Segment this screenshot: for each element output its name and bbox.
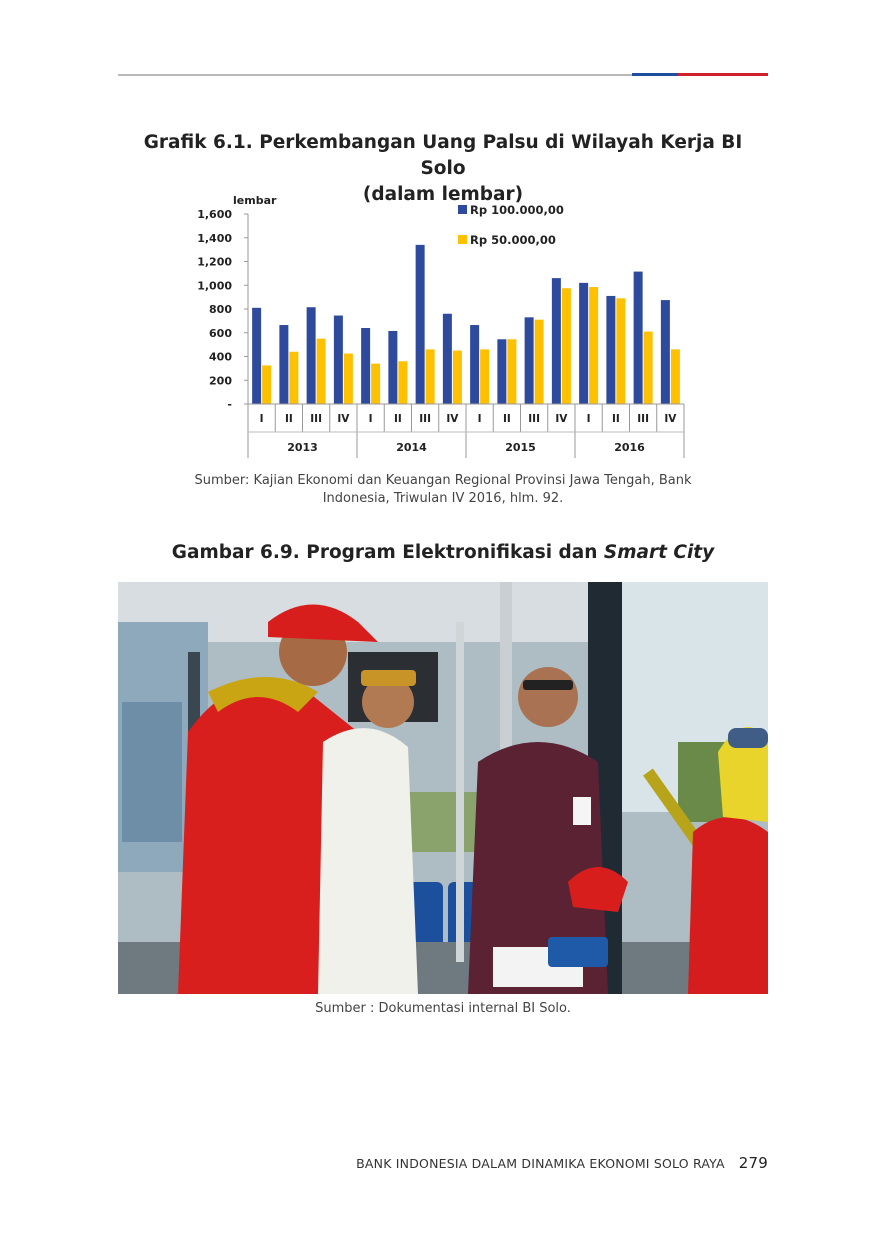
bar-rp100000 [470,325,480,404]
bar-rp100000 [442,313,452,404]
x-tick-label: IV [664,413,677,425]
legend-swatch [458,205,467,214]
chart-source-line2: Indonesia, Triwulan IV 2016, hlm. 92. [322,491,564,506]
y-tick-label: - [227,398,232,411]
year-label: 2014 [396,441,427,454]
bus-photo [118,582,768,994]
header-rule-blue [632,73,678,76]
header-rule-grey [118,74,632,76]
figure-source: Sumber : Dokumentasi internal BI Solo. [315,1001,571,1016]
x-tick-label: II [285,413,293,425]
x-tick-label: II [394,413,402,425]
y-tick-label: 400 [209,351,232,364]
bar-rp50000 [670,349,680,404]
bar-rp50000 [480,349,490,404]
bar-rp100000 [306,307,316,404]
y-tick-label: 600 [209,327,232,340]
x-tick-label: IV [446,413,459,425]
bar-rp100000 [361,328,371,404]
bar-rp50000 [452,350,462,404]
bar-rp100000 [497,339,507,404]
x-tick-label: I [260,413,264,425]
legend-label: Rp 100.000,00 [470,203,564,217]
x-tick-label: III [528,413,540,425]
year-label: 2013 [287,441,318,454]
x-tick-label: II [612,413,620,425]
figure-title-italic: Smart City [603,542,715,563]
bar-rp100000 [606,295,616,404]
y-tick-label: 1,000 [197,279,232,292]
x-tick-label: I [369,413,373,425]
x-tick-label: III [310,413,322,425]
x-tick-label: II [503,413,511,425]
bar-rp100000 [660,300,670,404]
x-tick-label: I [587,413,591,425]
y-tick-label: 800 [209,303,232,316]
bar-rp50000 [289,351,299,404]
bar-rp50000 [316,338,326,404]
page-number: 279 [738,1154,768,1172]
bar-rp50000 [534,319,544,404]
x-tick-label: I [478,413,482,425]
bar-chart-svg: lembar - 200 400 600 800 1,000 1,200 1,400 1,600 I… [197,194,685,458]
bus-photo-illustration [118,582,768,994]
page-footer: BANK INDONESIA DALAM DINAMIKA EKONOMI SO… [356,1154,768,1172]
y-tick-label: 1,400 [197,232,232,245]
bar-rp100000 [415,244,425,404]
y-axis-label: lembar [233,194,277,207]
year-label: 2015 [505,441,536,454]
header-rule-red [678,73,768,76]
x-tick-label: IV [337,413,350,425]
bar-chart: lembar - 200 400 600 800 1,000 1,200 1,400 1,600 I… [196,188,696,468]
x-tick-label: III [637,413,649,425]
bar-rp100000 [551,278,561,404]
footer-text: BANK INDONESIA DALAM DINAMIKA EKONOMI SO… [356,1156,725,1171]
x-tick-label: III [419,413,431,425]
bar-rp50000 [398,361,408,404]
figure-title: Gambar 6.9. Program Elektronifikasi dan … [118,540,768,566]
bar-rp50000 [371,363,381,404]
legend-label: Rp 50.000,00 [470,233,556,247]
bar-rp100000 [633,271,643,404]
chart-source-line1: Sumber: Kajian Ekonomi dan Keuangan Regi… [194,473,692,488]
figure-title-prefix: Gambar 6.9. Program Elektronifikasi dan [171,542,604,563]
bar-rp50000 [262,365,272,404]
bar-rp50000 [589,287,599,404]
header-rule [118,73,768,77]
bar-rp100000 [579,282,589,404]
y-tick-label: 200 [209,374,232,387]
chart-source: Sumber: Kajian Ekonomi dan Keuangan Regi… [118,472,768,508]
year-label: 2016 [614,441,645,454]
y-tick-label: 1,200 [197,256,232,269]
y-tick-label: 1,600 [197,208,232,221]
bar-rp50000 [616,298,626,404]
legend-swatch [458,235,467,244]
bar-rp50000 [643,331,653,404]
bar-rp50000 [507,339,517,404]
chart-title-line1: Grafik 6.1. Perkembangan Uang Palsu di W… [143,132,743,179]
x-tick-label: IV [555,413,568,425]
bar-rp50000 [561,288,571,404]
bar-rp100000 [333,315,343,404]
bar-rp100000 [388,330,398,404]
bar-rp50000 [343,353,353,404]
bar-rp50000 [425,349,435,404]
bar-rp100000 [279,325,289,404]
bar-rp100000 [252,307,262,404]
bar-rp100000 [524,317,534,404]
